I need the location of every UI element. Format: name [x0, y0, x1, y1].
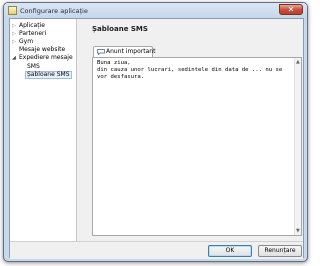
- tree-item-label: Parteneri: [19, 30, 47, 37]
- tree-item-label: SMS: [27, 63, 40, 70]
- tab-anunt-important[interactable]: Anunt important: [93, 46, 156, 57]
- expand-icon[interactable]: ▷: [12, 38, 19, 46]
- speech-bubble-icon: [97, 49, 105, 55]
- content-panel: Șabloane SMS Anunt important Buna ziua, …: [78, 19, 303, 241]
- tree-item-gym[interactable]: ▷ Gym: [12, 38, 33, 46]
- tree-item-label: Șabloane SMS: [25, 71, 72, 79]
- tree-item-parteneri[interactable]: ▷ Parteneri: [12, 30, 46, 38]
- tree-item-sms[interactable]: SMS: [27, 63, 40, 71]
- cancel-button[interactable]: Renunțare: [258, 245, 302, 257]
- tree-item-label: Expediere mesaje: [19, 54, 73, 61]
- dialog-body: ▷ Aplicație ▷ Parteneri ▷ Gym Mesaje websit…: [9, 18, 304, 259]
- tree-item-sabloane-sms[interactable]: Șabloane SMS: [25, 71, 72, 79]
- ok-button[interactable]: OK: [208, 245, 252, 257]
- collapse-icon[interactable]: ◢: [12, 54, 19, 62]
- expand-icon[interactable]: ▷: [12, 22, 19, 30]
- close-button[interactable]: ✕: [279, 4, 303, 15]
- title-bar[interactable]: Configurare aplicație ✕: [4, 3, 307, 18]
- settings-dialog: Configurare aplicație ✕ ▷ Aplicație ▷ Part…: [3, 2, 308, 262]
- window-title: Configurare aplicație: [20, 7, 88, 15]
- tree-item-aplicatie[interactable]: ▷ Aplicație: [12, 22, 45, 30]
- tab-label: Anunt important: [106, 48, 156, 55]
- tree-item-label: Mesaje website: [19, 46, 66, 53]
- sms-template-textarea[interactable]: Buna ziua, din cauza unor lucrari, sedin…: [92, 57, 302, 236]
- dialog-footer: OK Renunțare: [10, 241, 303, 259]
- settings-tree: ▷ Aplicație ▷ Parteneri ▷ Gym Mesaje websit…: [10, 19, 77, 241]
- scroll-down-icon[interactable]: ▼: [296, 228, 300, 234]
- tree-item-expediere-mesaje[interactable]: ◢ Expediere mesaje: [12, 54, 73, 62]
- tree-item-label: Aplicație: [19, 22, 45, 29]
- vertical-scrollbar[interactable]: ▲ ▼: [294, 58, 301, 235]
- expand-icon[interactable]: ▷: [12, 30, 19, 38]
- sms-template-text: Buna ziua, din cauza unor lucrari, sedin…: [97, 60, 283, 80]
- page-title: Șabloane SMS: [92, 25, 148, 33]
- app-icon: [8, 6, 17, 15]
- scroll-up-icon[interactable]: ▲: [296, 59, 300, 65]
- tree-item-mesaje-website[interactable]: Mesaje website: [12, 46, 65, 54]
- tree-item-label: Gym: [19, 38, 34, 45]
